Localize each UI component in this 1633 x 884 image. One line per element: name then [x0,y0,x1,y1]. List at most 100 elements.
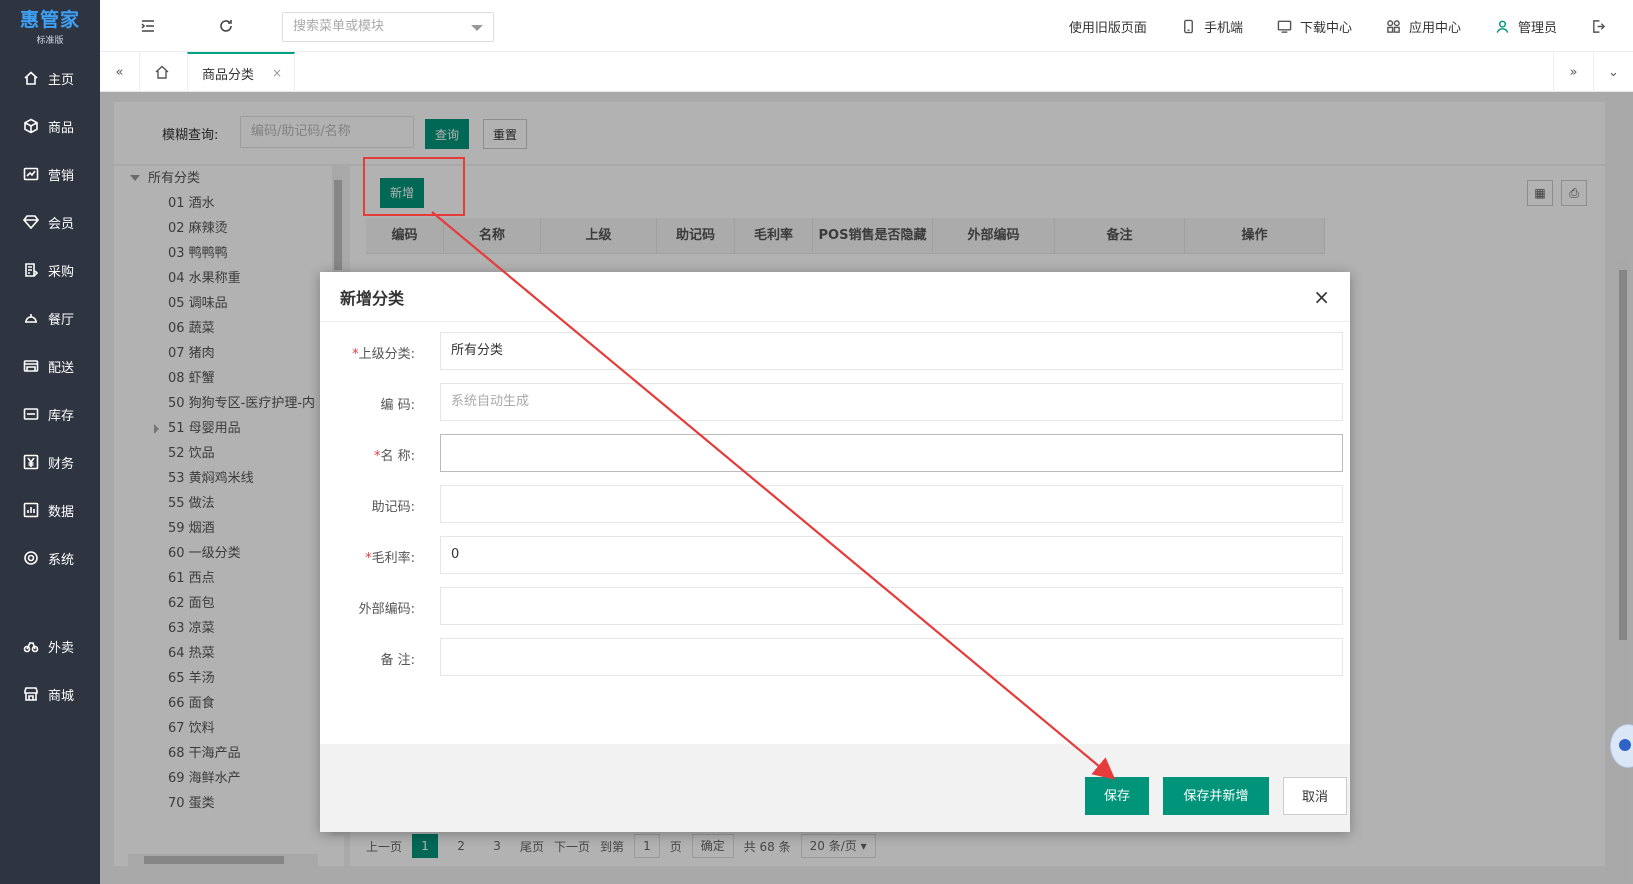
user-label: 管理员 [1517,20,1557,36]
user-menu[interactable]: 管理员 [1478,17,1574,36]
app-center-link[interactable]: 应用中心 [1369,17,1478,36]
field-input-5[interactable] [440,587,1343,625]
sidebar-item-商城[interactable]: 商城 [0,670,100,718]
field-label: 助记码: [372,496,415,515]
dialog-title: 新增分类 [340,288,405,308]
download-label: 下载中心 [1299,20,1352,36]
field-input-4[interactable]: 0 [440,536,1343,574]
field-input-1[interactable]: 系统自动生成 [440,383,1343,421]
clipboard-icon [22,261,40,279]
sidebar-item-label: 主页 [48,72,75,88]
tabs-dropdown-icon[interactable]: ⌄ [1593,52,1633,92]
bike-icon [22,637,40,655]
top-right-menu: 使用旧版页面 手机端 下载中心 应用中心 管理员 [1052,0,1623,52]
field-label-text: 外部编码: [358,602,415,617]
sidebar-item-财务[interactable]: 财务 [0,438,100,486]
old-version-label: 使用旧版页面 [1068,20,1147,36]
sidebar: 惠管家 标准版 主页商品营销会员采购餐厅配送库存 财务 数据系统外卖商城 [0,0,100,884]
field-label: *上级分类: [352,343,415,362]
sidebar-item-label: 系统 [48,552,75,568]
form-row: 编 码: 系统自动生成 [320,383,1350,421]
chevron-down-icon [471,25,483,31]
field-label: 外部编码: [359,598,415,617]
sidebar-item-库存[interactable]: 库存 [0,390,100,438]
dialog-footer: 保存 保存并新增 取消 [320,744,1350,832]
settings-icon [22,549,40,567]
truck-icon [22,357,40,375]
tabs-scroll-left-icon[interactable]: « [100,52,140,92]
sidebar-item-采购[interactable]: 采购 [0,246,100,294]
sidebar-item-营销[interactable]: 营销 [0,150,100,198]
apps-label: 应用中心 [1408,20,1461,36]
logout-icon [1593,19,1606,33]
monitor-icon [1277,20,1292,33]
mobile-link[interactable]: 手机端 [1164,17,1260,36]
edition-label: 标准版 [36,35,64,46]
logout-button[interactable] [1574,19,1623,34]
dialog-header: 新增分类 × [320,272,1350,322]
menu-toggle-icon[interactable] [133,11,163,41]
field-label: 备 注: [380,649,415,668]
field-label: *毛利率: [365,547,415,566]
sidebar-nav: 主页商品营销会员采购餐厅配送库存 财务 数据系统外卖商城 [0,54,100,718]
close-icon[interactable]: × [1313,285,1330,309]
sidebar-item-label: 采购 [48,264,75,280]
form-row: 助记码: [320,485,1350,523]
refresh-icon[interactable] [211,11,241,41]
mobile-label: 手机端 [1203,20,1243,36]
apps-icon [1387,19,1400,33]
form-row: *上级分类: 所有分类 [320,332,1350,370]
field-label-text: 毛利率: [371,551,415,566]
sidebar-item-label: 商品 [48,120,75,136]
sidebar-item-餐厅[interactable]: 餐厅 [0,294,100,342]
home-tab-icon[interactable] [142,52,182,92]
cube-icon [22,117,40,135]
form-row: 外部编码: [320,587,1350,625]
bar-chart-icon [22,501,40,519]
add-category-dialog: 新增分类 × *上级分类: 所有分类编 码: 系统自动生成 *名 称: 助记码: *毛利率… [320,272,1350,832]
tab-bar: « 商品分类 × » ⌄ [100,52,1633,92]
field-label-text: 名 称: [380,449,415,464]
old-version-link[interactable]: 使用旧版页面 [1052,17,1164,36]
annotation-highlight-box [363,157,465,216]
sidebar-item-数据[interactable]: 数据 [0,486,100,534]
sidebar-item-配送[interactable]: 配送 [0,342,100,390]
home-icon [22,69,40,87]
field-label: *名 称: [374,445,415,464]
form-row: 备 注: [320,638,1350,676]
sidebar-item-会员[interactable]: 会员 [0,198,100,246]
app-logo[interactable]: 惠管家 标准版 [0,0,100,50]
sidebar-item-系统[interactable]: 系统 [0,534,100,582]
user-icon [1496,20,1509,33]
sidebar-item-外卖[interactable]: 外卖 [0,622,100,670]
store-icon [22,685,40,703]
sidebar-item-label: 配送 [48,360,75,376]
field-label-text: 编 码: [380,398,415,413]
sidebar-item-label: 会员 [48,216,75,232]
tabs-scroll-right-icon[interactable]: » [1553,52,1593,92]
field-input-6[interactable] [440,638,1343,676]
field-label-text: 上级分类: [358,347,415,362]
sidebar-spacer [0,582,100,622]
sidebar-item-label: 外卖 [48,640,75,656]
download-center-link[interactable]: 下载中心 [1260,17,1369,36]
save-and-new-button[interactable]: 保存并新增 [1163,777,1269,815]
field-input-0[interactable]: 所有分类 [440,332,1343,370]
form-row: *毛利率: 0 [320,536,1350,574]
cancel-button[interactable]: 取消 [1283,777,1347,815]
tab-close-icon[interactable]: × [272,66,282,80]
form-row: *名 称: [320,434,1350,472]
yen-icon [22,453,40,471]
field-input-2[interactable] [440,434,1343,472]
sidebar-item-商品[interactable]: 商品 [0,102,100,150]
sidebar-item-label: 营销 [48,168,75,184]
chart-icon [22,165,40,183]
save-button[interactable]: 保存 [1085,777,1149,815]
sidebar-item-label: 餐厅 [48,312,75,328]
sidebar-item-主页[interactable]: 主页 [0,54,100,102]
field-input-3[interactable] [440,485,1343,523]
menu-search-input[interactable]: 搜索菜单或模块 [282,12,494,42]
tab-product-category[interactable]: 商品分类 × [187,52,295,92]
diamond-icon [22,213,40,231]
tab-label: 商品分类 [202,67,255,83]
